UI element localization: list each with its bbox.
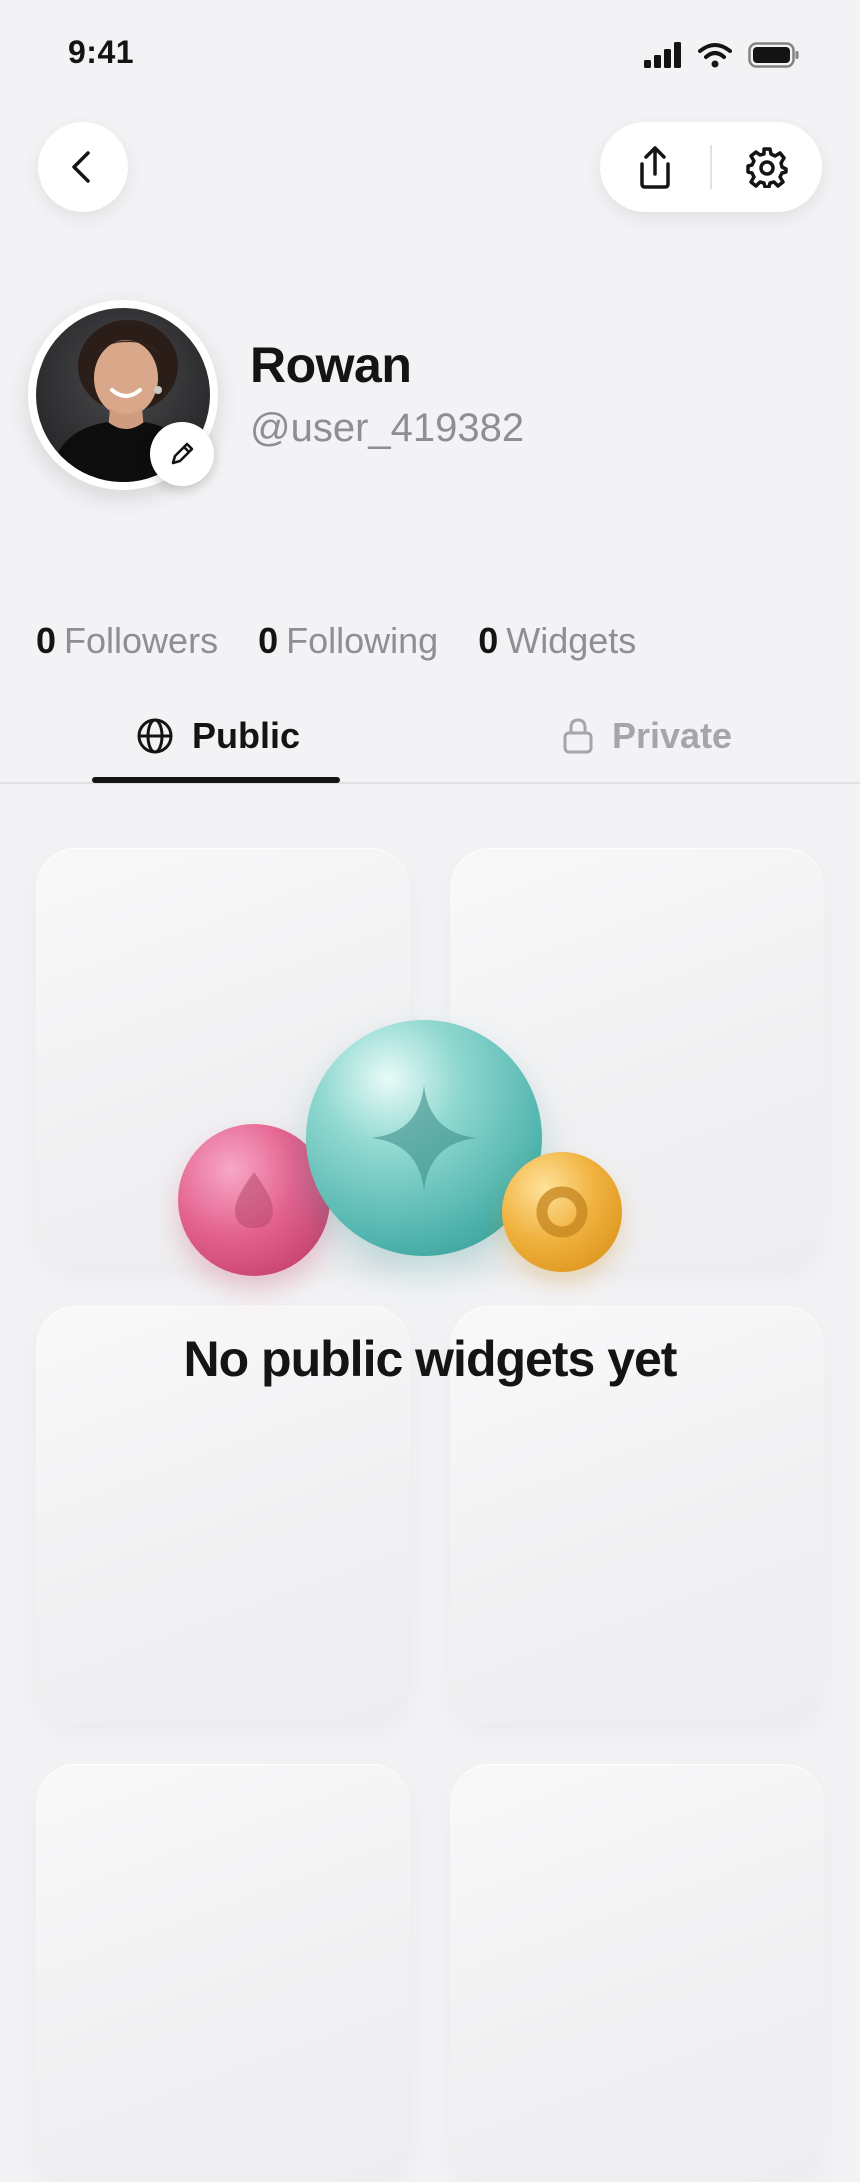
stat-label: Followers xyxy=(64,620,219,661)
profile-name: Rowan xyxy=(250,337,412,393)
chevron-left-icon xyxy=(72,151,90,183)
stat-label: Widgets xyxy=(506,620,637,661)
ring-icon xyxy=(536,1186,588,1238)
tab-public-label: Public xyxy=(192,715,301,756)
lock-icon xyxy=(563,718,593,754)
stat-following[interactable]: 0 Following xyxy=(258,620,438,662)
wifi-icon xyxy=(698,43,732,68)
back-button[interactable] xyxy=(38,122,128,212)
stat-value: 0 xyxy=(36,620,57,661)
share-button[interactable] xyxy=(600,122,710,212)
pencil-icon xyxy=(171,442,194,465)
empty-state-message: No public widgets yet xyxy=(183,1331,678,1387)
cellular-signal-icon xyxy=(644,42,681,68)
action-pill xyxy=(600,122,822,212)
stat-followers[interactable]: 0 Followers xyxy=(36,620,218,662)
profile-handle: @user_419382 xyxy=(250,406,525,450)
status-icons xyxy=(644,40,800,70)
tab-private[interactable]: Private xyxy=(562,712,732,760)
placeholder-card xyxy=(450,1764,824,2182)
gear-icon xyxy=(746,147,788,188)
tab-private-label: Private xyxy=(612,715,733,756)
gold-bubble-illustration xyxy=(502,1152,622,1272)
stat-widgets[interactable]: 0 Widgets xyxy=(478,620,636,662)
stat-label: Following xyxy=(286,620,439,661)
edit-avatar-button[interactable] xyxy=(150,422,214,486)
drop-icon xyxy=(235,1172,273,1228)
share-icon xyxy=(640,146,670,189)
sparkle-icon xyxy=(371,1085,477,1191)
status-time: 9:41 xyxy=(68,34,135,70)
placeholder-card xyxy=(36,1764,410,2182)
settings-button[interactable] xyxy=(712,122,822,212)
stat-value: 0 xyxy=(478,620,499,661)
globe-icon xyxy=(137,718,173,754)
tab-public[interactable]: Public xyxy=(136,712,300,760)
stat-value: 0 xyxy=(258,620,279,661)
stats-row: 0 Followers 0 Following 0 Widgets xyxy=(36,620,636,662)
tab-active-indicator xyxy=(92,777,340,783)
battery-icon xyxy=(748,42,799,68)
